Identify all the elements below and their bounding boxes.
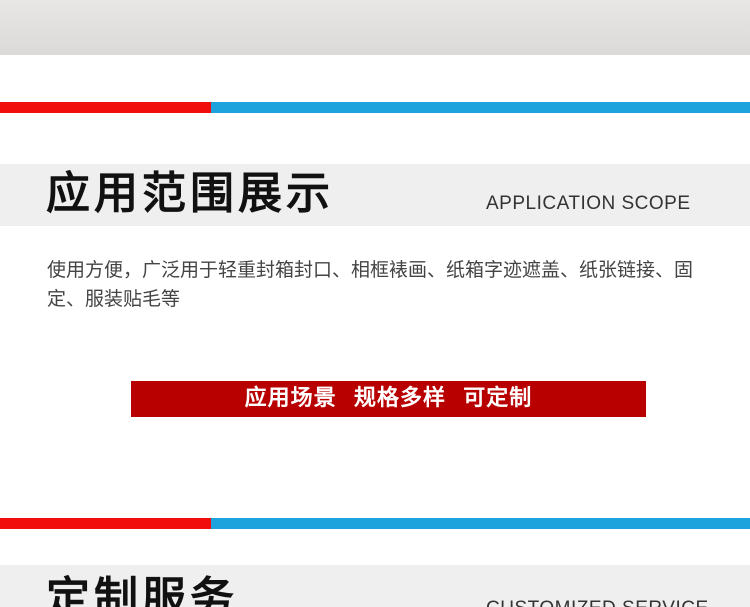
application-banner: 应用场景 规格多样 可定制 — [131, 381, 646, 417]
divider-stripe-red — [0, 102, 211, 113]
section-title-cn: 定制服务 — [46, 573, 238, 607]
application-description: 使用方便，广泛用于轻重封箱封口、相框裱画、纸箱字迹遮盖、纸张链接、固定、服装贴毛… — [47, 259, 694, 310]
section-title-en: APPLICATION SCOPE — [486, 193, 691, 214]
divider-stripe-red — [0, 518, 211, 529]
section-title-en: CUSTOMIZED SERVICE — [486, 599, 709, 607]
divider-stripe-blue — [211, 102, 750, 113]
divider-stripe-blue — [211, 518, 750, 529]
divider-stripe-bottom — [0, 518, 750, 529]
section-heading-application: 应用范围展示 APPLICATION SCOPE — [0, 164, 750, 226]
section-heading-custom: 定制服务 CUSTOMIZED SERVICE — [0, 565, 750, 607]
section-title-cn: 应用范围展示 — [46, 168, 334, 219]
top-image-band — [0, 0, 750, 55]
divider-stripe-top — [0, 102, 750, 113]
